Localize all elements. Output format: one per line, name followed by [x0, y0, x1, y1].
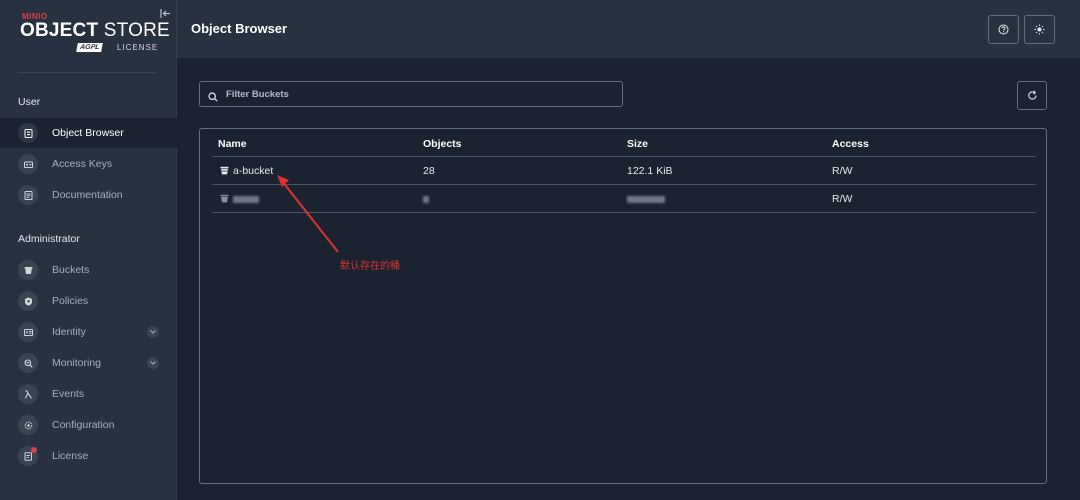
sun-icon — [1034, 24, 1045, 35]
logo-license-text: LICENSE — [117, 43, 159, 52]
column-header-size[interactable]: Size — [627, 138, 648, 150]
logo-agpl-text: AGPL — [76, 43, 104, 52]
page-title: Object Browser — [191, 21, 288, 36]
sidebar-item-label: Buckets — [52, 264, 90, 276]
sidebar-item-label: Access Keys — [52, 158, 113, 170]
page-header: Object Browser — [177, 0, 1080, 58]
filter-buckets-input[interactable] — [226, 88, 606, 100]
sidebar-item-access-keys[interactable]: Access Keys — [0, 149, 177, 179]
buckets-icon — [18, 260, 38, 280]
size-cell-redacted — [627, 193, 665, 205]
sidebar-item-object-browser[interactable]: Object Browser — [0, 118, 177, 148]
object-browser-icon — [18, 123, 38, 143]
bucket-name-cell[interactable]: a-bucket — [220, 165, 273, 177]
configuration-icon — [18, 415, 38, 435]
access-cell: R/W — [832, 193, 853, 205]
table-row[interactable]: R/W — [212, 185, 1036, 213]
minio-logo[interactable]: MINIO OBJECT STORE AGPL LICENSE — [20, 10, 170, 54]
policies-icon — [18, 291, 38, 311]
objects-cell-redacted — [423, 193, 429, 205]
filter-buckets-input-wrapper[interactable] — [199, 81, 623, 107]
theme-toggle-button[interactable] — [1024, 15, 1055, 44]
help-icon — [998, 24, 1009, 35]
access-cell: R/W — [832, 165, 853, 177]
column-header-objects[interactable]: Objects — [423, 138, 462, 150]
sidebar-item-label: Identity — [52, 326, 86, 338]
sidebar-item-label: Monitoring — [52, 357, 102, 369]
size-cell: 122.1 KiB — [627, 165, 673, 177]
section-label-administrator: Administrator — [18, 233, 80, 245]
chevron-down-icon[interactable] — [147, 357, 159, 369]
redacted-name — [233, 195, 259, 203]
column-header-name[interactable]: Name — [218, 138, 247, 150]
table-row[interactable]: a-bucket 28 122.1 KiB R/W — [212, 157, 1036, 185]
buckets-table: Name Objects Size Access a-bucket 28 122… — [199, 128, 1047, 484]
sidebar: MINIO OBJECT STORE AGPL LICENSE User Obj… — [0, 0, 177, 500]
sidebar-item-label: License — [52, 450, 89, 462]
access-keys-icon — [18, 154, 38, 174]
sidebar-item-identity[interactable]: Identity — [0, 317, 177, 347]
bucket-name: a-bucket — [233, 165, 274, 177]
sidebar-item-label: Configuration — [52, 419, 115, 431]
sidebar-item-monitoring[interactable]: Monitoring — [0, 348, 177, 378]
bucket-icon — [220, 194, 229, 203]
documentation-icon — [18, 185, 38, 205]
license-icon — [18, 446, 38, 466]
sidebar-item-label: Object Browser — [52, 127, 124, 139]
objects-cell: 28 — [423, 165, 435, 177]
sidebar-item-label: Documentation — [52, 189, 123, 201]
sidebar-item-policies[interactable]: Policies — [0, 286, 177, 316]
identity-icon — [18, 322, 38, 342]
bucket-icon — [220, 166, 229, 175]
sidebar-item-license[interactable]: License — [0, 441, 177, 471]
chevron-down-icon[interactable] — [147, 326, 159, 338]
notification-dot-icon — [31, 447, 37, 453]
monitoring-icon — [18, 353, 38, 373]
sidebar-item-buckets[interactable]: Buckets — [0, 255, 177, 285]
annotation-label: 默认存在的桶 — [340, 261, 400, 272]
events-icon — [18, 384, 38, 404]
sidebar-item-configuration[interactable]: Configuration — [0, 410, 177, 440]
sidebar-item-documentation[interactable]: Documentation — [0, 180, 177, 210]
help-button[interactable] — [988, 15, 1019, 44]
section-label-user: User — [18, 96, 41, 108]
table-header-row: Name Objects Size Access — [212, 129, 1036, 157]
logo-object-store-text: OBJECT STORE — [20, 20, 170, 41]
sidebar-item-label: Policies — [52, 295, 89, 307]
sidebar-item-label: Events — [52, 388, 85, 400]
column-header-access[interactable]: Access — [832, 138, 869, 150]
sidebar-item-events[interactable]: Events — [0, 379, 177, 409]
search-icon — [208, 89, 218, 102]
refresh-icon — [1027, 90, 1037, 100]
sidebar-divider — [18, 72, 156, 73]
bucket-name-cell-redacted[interactable] — [220, 193, 259, 205]
refresh-button[interactable] — [1017, 81, 1047, 110]
collapse-sidebar-icon[interactable] — [159, 8, 171, 20]
